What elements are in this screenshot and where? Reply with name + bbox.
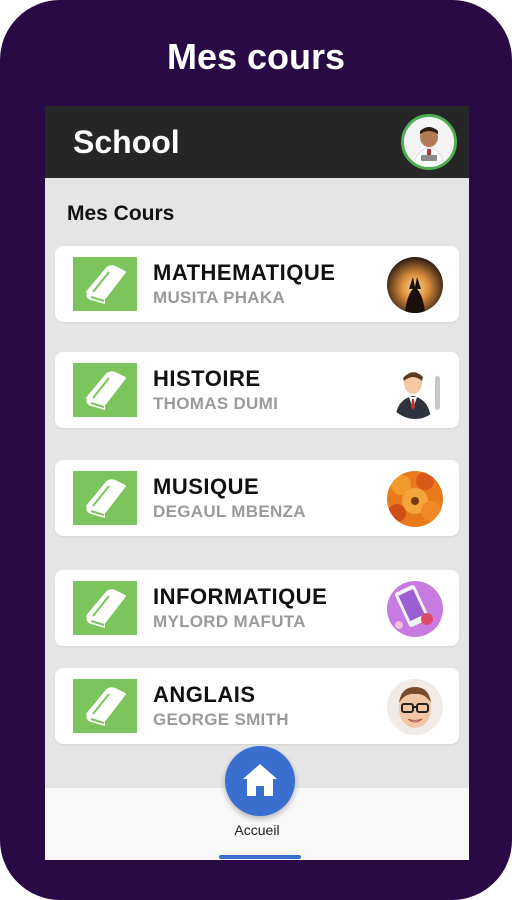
- book-tile: [73, 363, 137, 417]
- course-card-histoire[interactable]: HISTOIRE THOMAS DUMI: [55, 352, 459, 428]
- course-name: HISTOIRE: [153, 366, 261, 391]
- course-card-informatique[interactable]: INFORMATIQUE MYLORD MAFUTA: [55, 570, 459, 646]
- app-bar: School: [45, 106, 469, 178]
- teacher-name: THOMAS DUMI: [153, 394, 279, 413]
- app-title: School: [73, 124, 180, 160]
- scrollbar[interactable]: [435, 376, 440, 410]
- course-card-anglais[interactable]: ANGLAIS GEORGE SMITH: [55, 668, 459, 744]
- course-name: INFORMATIQUE: [153, 584, 328, 609]
- book-tile: [73, 581, 137, 635]
- book-tile: [73, 471, 137, 525]
- teacher-avatar: [387, 679, 443, 735]
- profile-avatar[interactable]: [401, 114, 457, 170]
- book-icon: [86, 589, 126, 628]
- book-icon: [86, 479, 126, 518]
- teacher-name: MYLORD MAFUTA: [153, 612, 306, 631]
- course-card-mathematique[interactable]: MATHEMATIQUE MUSITA PHAKA: [55, 246, 459, 322]
- app-screen: School Mes Cours MATHEMATIQUE MUSITA PHA…: [45, 106, 469, 860]
- teacher-avatar: [387, 581, 443, 637]
- book-icon: [86, 687, 126, 726]
- home-button[interactable]: [225, 746, 295, 816]
- course-card-musique[interactable]: MUSIQUE DEGAUL MBENZA: [55, 460, 459, 536]
- teacher-name: MUSITA PHAKA: [153, 288, 286, 307]
- banner-title: Mes cours: [166, 36, 346, 77]
- book-icon: [86, 371, 126, 410]
- course-name: ANGLAIS: [153, 682, 256, 707]
- course-name: MUSIQUE: [153, 474, 260, 499]
- book-icon: [86, 265, 126, 304]
- teacher-avatar: [387, 471, 443, 527]
- home-icon: [243, 764, 277, 796]
- book-tile: [73, 257, 137, 311]
- course-name: MATHEMATIQUE: [153, 260, 336, 285]
- teacher-name: DEGAUL MBENZA: [153, 502, 306, 521]
- section-title: Mes Cours: [67, 202, 175, 225]
- nav-indicator: [219, 855, 301, 859]
- teacher-avatar: [387, 257, 443, 313]
- teacher-name: GEORGE SMITH: [153, 710, 289, 729]
- home-label[interactable]: Accueil: [45, 822, 469, 838]
- book-tile: [73, 679, 137, 733]
